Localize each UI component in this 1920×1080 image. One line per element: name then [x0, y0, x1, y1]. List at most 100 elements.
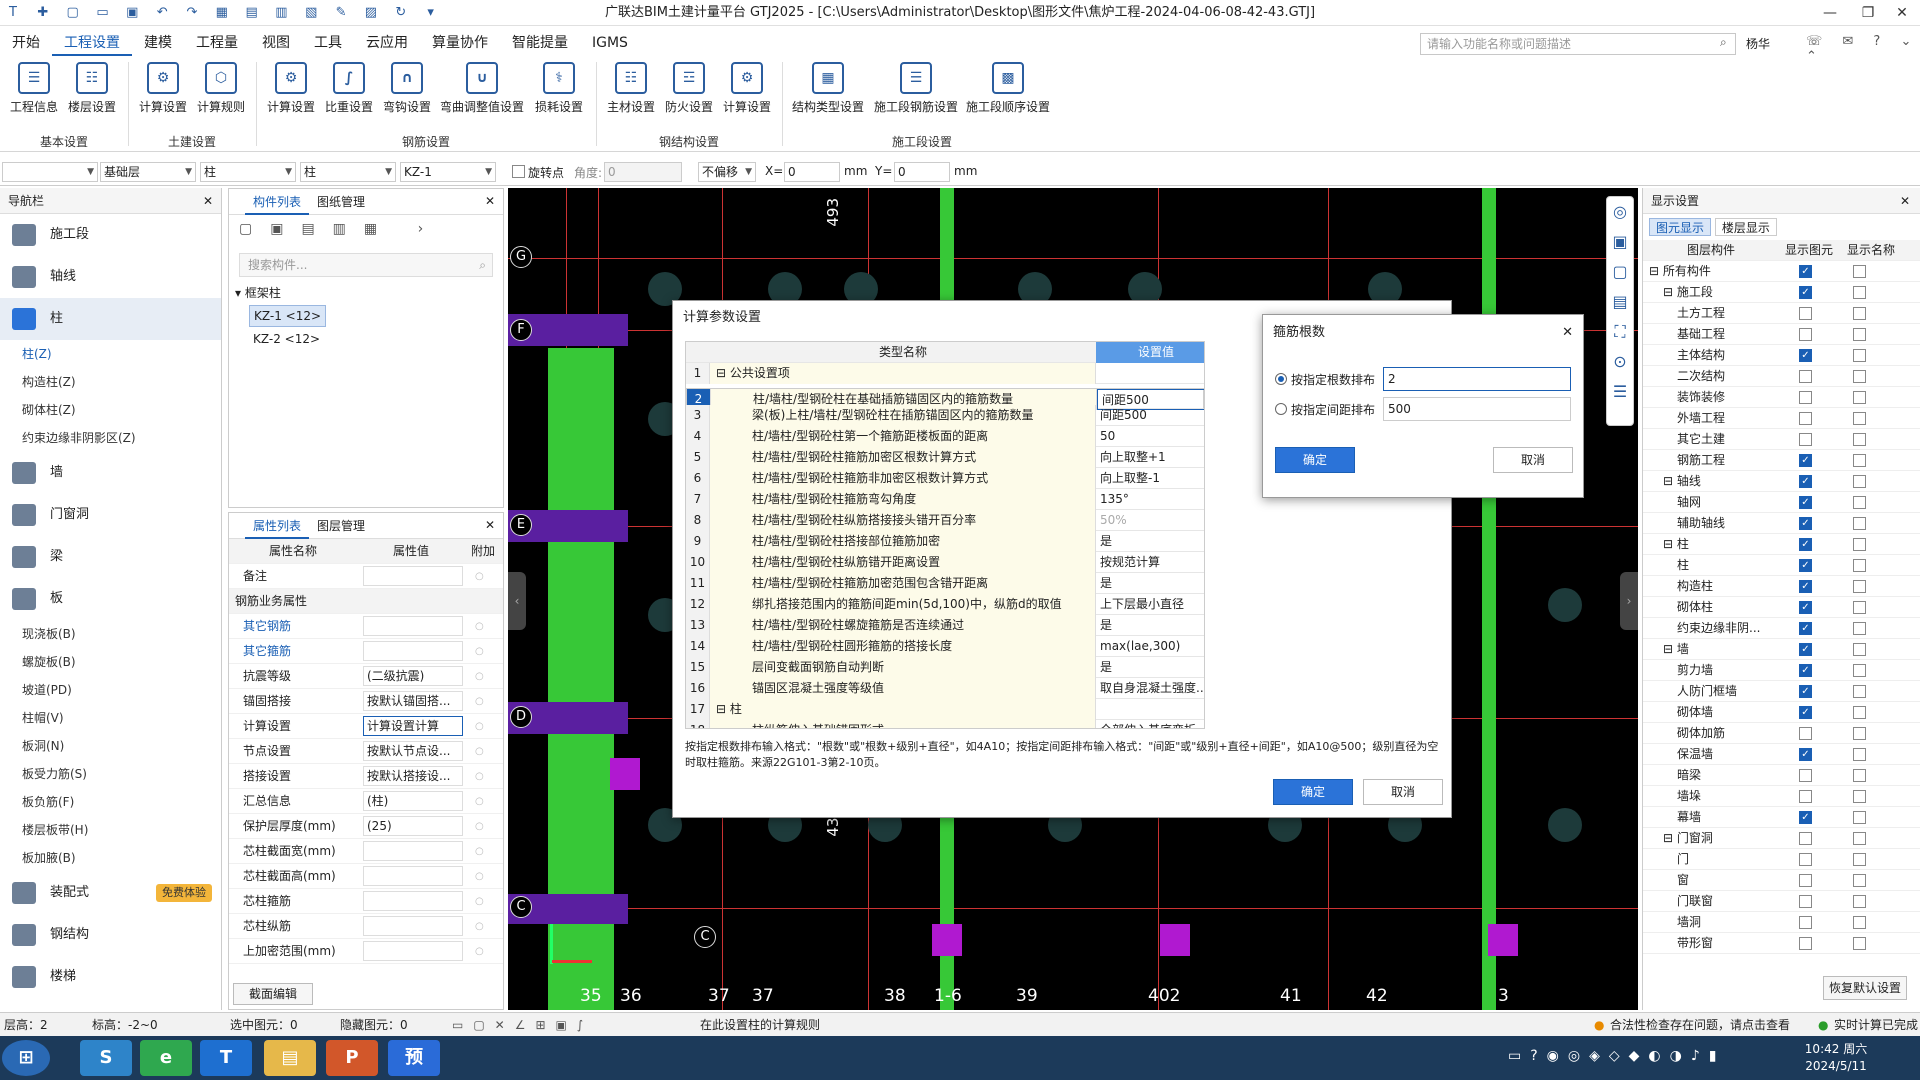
show-name-checkbox[interactable] — [1853, 433, 1866, 446]
calc-row[interactable]: 8 柱/墙柱/型钢砼柱纵筋搭接接头错开百分率 50% — [686, 510, 1204, 531]
x-input[interactable]: 0 — [784, 162, 840, 182]
clock[interactable]: 10:42 周六 2024/5/11 — [1800, 1041, 1872, 1075]
nav-sub-slab[interactable]: 现浇板(B) — [0, 620, 221, 648]
prop-attach-icon[interactable]: ○ — [475, 789, 484, 814]
show-element-checkbox[interactable]: ✓ — [1799, 517, 1812, 530]
new-file-icon[interactable]: ▢ — [60, 0, 86, 26]
fireproof-button[interactable]: ☲ 防火设置 — [660, 60, 718, 126]
calc-row-value[interactable] — [1096, 699, 1204, 720]
tree-expand-icon[interactable]: ⊟ — [1663, 285, 1677, 299]
toolbar-icon-7[interactable]: ↻ — [388, 0, 414, 26]
prop-value[interactable] — [363, 891, 463, 911]
tree-expand-icon[interactable]: ⊟ — [1649, 264, 1663, 278]
restore-default-button[interactable]: 恢复默认设置 — [1823, 976, 1907, 1000]
show-name-checkbox[interactable] — [1853, 286, 1866, 299]
tree-expand-icon[interactable]: ⊟ — [1663, 537, 1677, 551]
display-row[interactable]: 构造柱 ✓ — [1643, 576, 1920, 597]
nav-sub-edge-zone[interactable]: 约束边缘非阴影区(Z) — [0, 424, 221, 452]
toolbar-icon-4[interactable]: ▧ — [298, 0, 324, 26]
display-row[interactable]: 辅助轴线 ✓ — [1643, 513, 1920, 534]
prop-row[interactable]: 芯柱纵筋 ○ — [229, 914, 503, 939]
prop-value[interactable]: 按默认节点设... — [363, 741, 463, 761]
display-row[interactable]: 二次结构 — [1643, 366, 1920, 387]
stirrup-ok-button[interactable]: 确定 — [1275, 447, 1355, 473]
comp-close-icon[interactable]: ✕ — [485, 194, 495, 208]
toolbar-icon-6[interactable]: ▨ — [358, 0, 384, 26]
subtype-select[interactable]: 柱 ▼ — [300, 162, 396, 182]
show-name-checkbox[interactable] — [1853, 475, 1866, 488]
calc-row[interactable]: 14 柱/墙柱/型钢砼柱圆形箍筋的搭接长度 max(lae,300) — [686, 636, 1204, 657]
prop-value[interactable] — [363, 941, 463, 961]
structure-type-button[interactable]: ▦ 结构类型设置 — [788, 60, 868, 126]
nav-sub-spiral[interactable]: 螺旋板(B) — [0, 648, 221, 676]
user-name[interactable]: 杨华 — [1746, 35, 1770, 52]
calc-row-value[interactable]: 50 — [1096, 426, 1204, 447]
show-element-checkbox[interactable] — [1799, 916, 1812, 929]
calc-row[interactable]: 18柱纵筋伸入基础锚固形式全部伸入基底弯折 — [686, 720, 1204, 728]
show-element-checkbox[interactable]: ✓ — [1799, 349, 1812, 362]
customize-icon[interactable]: ▾ — [418, 0, 444, 26]
calc-ok-button[interactable]: 确定 — [1273, 779, 1353, 805]
prop-row[interactable]: 其它钢筋 ○ — [229, 614, 503, 639]
search-icon[interactable]: ⌕ — [1720, 35, 1727, 50]
show-element-checkbox[interactable]: ✓ — [1799, 538, 1812, 551]
show-name-checkbox[interactable] — [1853, 601, 1866, 614]
show-name-checkbox[interactable] — [1853, 349, 1866, 362]
open-icon[interactable]: ▭ — [89, 0, 115, 26]
prop-row[interactable]: 备注 ○ — [229, 564, 503, 589]
show-element-checkbox[interactable]: ✓ — [1799, 601, 1812, 614]
show-name-checkbox[interactable] — [1853, 664, 1866, 677]
display-row[interactable]: 幕墙 ✓ — [1643, 807, 1920, 828]
nav-sub-slab-rebar[interactable]: 板受力筋(S) — [0, 760, 221, 788]
by-spacing-radio[interactable] — [1275, 403, 1287, 415]
type-select[interactable]: 柱 ▼ — [200, 162, 296, 182]
prop-attach-icon[interactable]: ○ — [475, 764, 484, 789]
nav-item-beam[interactable]: 梁 — [0, 536, 221, 578]
calc-row-value[interactable]: 是 — [1096, 615, 1204, 636]
calc-row-value[interactable]: 向上取整+1 — [1096, 447, 1204, 468]
show-name-checkbox[interactable] — [1853, 769, 1866, 782]
show-element-checkbox[interactable]: ✓ — [1799, 685, 1812, 698]
menu-project-settings[interactable]: 工程设置 — [52, 30, 132, 56]
calc-row-value[interactable]: 全部伸入基底弯折 — [1096, 720, 1204, 728]
show-element-checkbox[interactable] — [1799, 307, 1812, 320]
prop-attach-icon[interactable]: ○ — [475, 889, 484, 914]
prop-value[interactable] — [363, 616, 463, 636]
show-name-checkbox[interactable] — [1853, 517, 1866, 530]
prop-value[interactable]: 计算设置计算 — [363, 716, 463, 736]
show-element-checkbox[interactable] — [1799, 895, 1812, 908]
calc-row-value[interactable] — [1096, 363, 1204, 384]
prop-attach-icon[interactable]: ○ — [475, 614, 484, 639]
prop-value[interactable]: (柱) — [363, 791, 463, 811]
component-select[interactable]: KZ-1 ▼ — [400, 162, 496, 182]
snap-tools[interactable]: ▭▢✕∠⊞▣∫ — [452, 1013, 593, 1037]
display-row[interactable]: ⊟ 门窗洞 — [1643, 828, 1920, 849]
show-element-checkbox[interactable]: ✓ — [1799, 706, 1812, 719]
menu-igms[interactable]: IGMS — [580, 30, 640, 56]
y-input[interactable]: 0 — [894, 162, 950, 182]
project-info-button[interactable]: ☰ 工程信息 — [6, 60, 62, 126]
view-toolbar[interactable]: ◎ ▣ ▢ ▤ ⛶ ⊙ ☰ — [1606, 196, 1634, 426]
display-row[interactable]: 墙洞 — [1643, 912, 1920, 933]
display-row[interactable]: 外墙工程 — [1643, 408, 1920, 429]
display-row[interactable]: ⊟ 所有构件 ✓ — [1643, 261, 1920, 282]
main-material-button[interactable]: ☷ 主材设置 — [602, 60, 660, 126]
display-row[interactable]: 墙垛 — [1643, 786, 1920, 807]
display-row[interactable]: 剪力墙 ✓ — [1643, 660, 1920, 681]
prop-row[interactable]: 芯柱箍筋 ○ — [229, 889, 503, 914]
prop-attach-icon[interactable]: ○ — [475, 639, 484, 664]
rebar-calc-settings-button[interactable]: ⚙ 计算设置 — [262, 60, 320, 126]
calc-row[interactable]: 1 ⊟ 公共设置项 — [686, 363, 1204, 384]
offset-select[interactable]: 不偏移 ▼ — [698, 162, 756, 182]
display-row[interactable]: 装饰装修 — [1643, 387, 1920, 408]
show-element-checkbox[interactable] — [1799, 832, 1812, 845]
taskbar-explorer[interactable]: ▤ — [264, 1040, 316, 1076]
display-row[interactable]: 钢筋工程 ✓ — [1643, 450, 1920, 471]
component-search-input[interactable]: 搜索构件... ⌕ — [239, 253, 493, 277]
show-element-checkbox[interactable]: ✓ — [1799, 622, 1812, 635]
nav-sub-masonry-column[interactable]: 砌体柱(Z) — [0, 396, 221, 424]
comp-toolbar[interactable]: ▢▣▤▥▦ › — [229, 215, 503, 249]
show-element-checkbox[interactable] — [1799, 874, 1812, 887]
show-element-checkbox[interactable] — [1799, 391, 1812, 404]
show-element-checkbox[interactable]: ✓ — [1799, 559, 1812, 572]
